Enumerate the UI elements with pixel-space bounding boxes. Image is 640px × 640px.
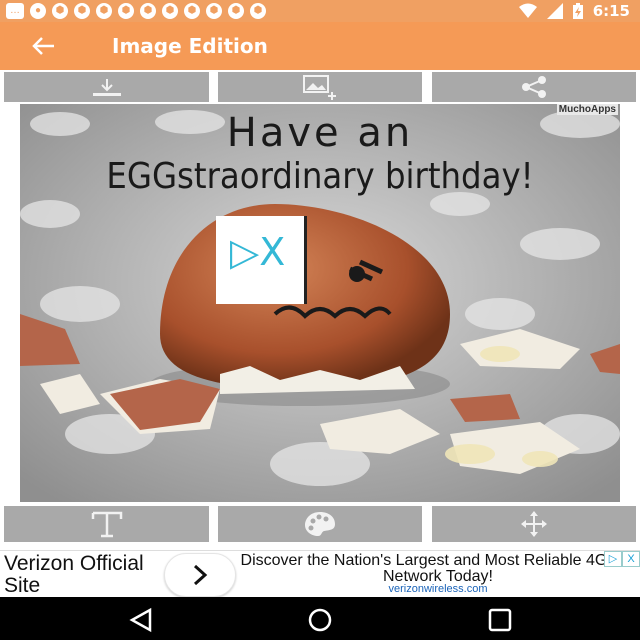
wifi-icon	[518, 3, 537, 18]
text-icon	[91, 511, 122, 538]
move-icon	[521, 511, 547, 537]
download-button[interactable]	[4, 72, 209, 102]
soccer-ball-icon: ⬢	[184, 3, 200, 19]
home-nav-icon[interactable]	[307, 607, 333, 633]
message-icon: …	[6, 3, 24, 19]
recents-nav-icon[interactable]	[487, 607, 513, 633]
app-bar: Image Edition	[0, 22, 640, 70]
clock: 6:15	[592, 2, 630, 20]
adchoices-icon[interactable]: ▷	[604, 551, 622, 567]
soccer-ball-icon: ⬢	[206, 3, 222, 19]
share-icon	[522, 76, 546, 98]
ad-open-button[interactable]	[164, 553, 236, 597]
card-headline: Have an	[226, 110, 414, 156]
soccer-ball-icon: ⬢	[74, 3, 90, 19]
edited-image[interactable]: MuchoApps Have an EGGstraordinary birthd…	[20, 104, 620, 502]
ad-banner[interactable]: Verizon Official Site Discover the Natio…	[0, 550, 640, 597]
page-title: Image Edition	[112, 34, 268, 58]
status-bar: … ● ⬢ ⬢ ⬢ ⬢ ⬢ ⬢ ⬢ ⬢ ⬢ ⬢ 6:15	[0, 0, 640, 22]
chevron-right-icon	[193, 564, 208, 586]
text-tool-button[interactable]	[4, 506, 209, 542]
soccer-ball-icon: ⬢	[162, 3, 178, 19]
soccer-ball-icon: ⬢	[140, 3, 156, 19]
battery-charging-icon	[572, 3, 583, 19]
move-tool-button[interactable]	[432, 506, 636, 542]
card-subheadline: EGGstraordinary birthday!	[106, 156, 534, 197]
ad-title: Verizon Official Site	[4, 552, 144, 597]
palette-tool-button[interactable]	[218, 506, 422, 542]
ad-url[interactable]: verizonwireless.com	[240, 583, 636, 595]
bottom-toolbar	[0, 506, 640, 542]
download-icon	[92, 79, 121, 96]
soccer-ball-icon: ⬢	[52, 3, 68, 19]
ad-close-button[interactable]: X	[622, 551, 640, 567]
top-toolbar	[0, 72, 640, 102]
soccer-ball-icon: ⬢	[96, 3, 112, 19]
soccer-ball-icon: ⬢	[250, 3, 266, 19]
palette-icon	[305, 512, 335, 536]
share-button[interactable]	[432, 72, 636, 102]
image-add-icon	[303, 75, 336, 100]
ad-headline: Discover the Nation's Largest and Most R…	[240, 552, 636, 585]
app-icon: ●	[30, 3, 46, 19]
arrow-left-icon[interactable]	[30, 34, 56, 58]
add-image-button[interactable]	[218, 72, 422, 102]
text-sticker[interactable]: ▷X	[216, 216, 307, 304]
soccer-ball-icon: ⬢	[118, 3, 134, 19]
notification-icons: … ● ⬢ ⬢ ⬢ ⬢ ⬢ ⬢ ⬢ ⬢ ⬢ ⬢	[6, 3, 266, 19]
soccer-ball-icon: ⬢	[228, 3, 244, 19]
back-nav-icon[interactable]	[128, 607, 154, 633]
system-nav-bar	[0, 597, 640, 640]
signal-icon	[546, 3, 563, 19]
sticker-text: ▷X	[230, 230, 286, 274]
